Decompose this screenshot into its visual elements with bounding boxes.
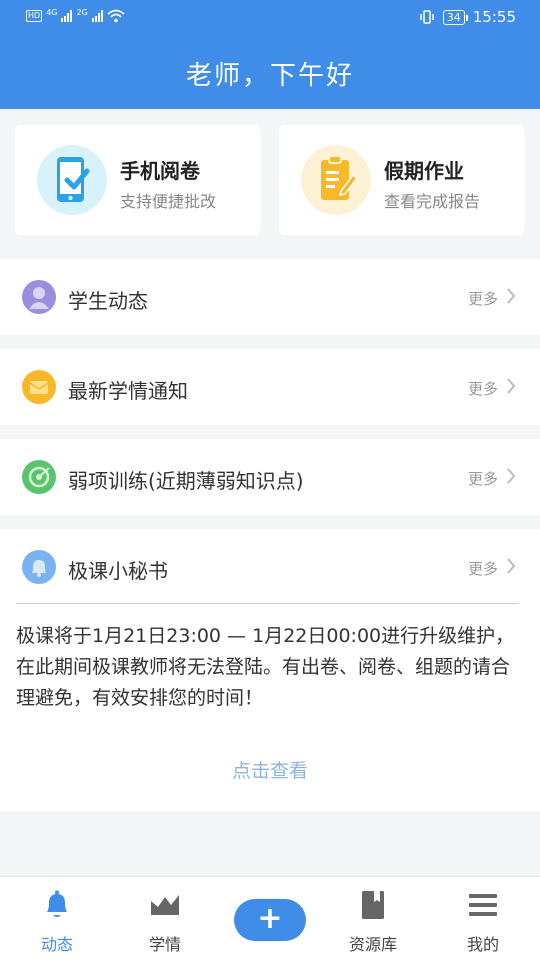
mobile-grading-card[interactable]: 手机阅卷 支持便捷批改: [15, 125, 261, 235]
target-icon: [22, 460, 56, 494]
tab-mine[interactable]: 我的: [433, 877, 533, 960]
section-label: 弱项训练(近期薄弱知识点): [68, 469, 304, 493]
section-label: 极课小秘书: [68, 559, 168, 583]
bell-icon: [22, 550, 56, 584]
tab-label: 资源库: [348, 935, 397, 954]
wifi-icon: [107, 9, 125, 23]
notice-panel: 极课将于1月21日23:00 — 1月22日00:00进行升级维护，在此期间极课…: [0, 603, 540, 811]
tab-label: 动态: [40, 935, 73, 954]
section-latest-notice[interactable]: 最新学情通知 更多: [0, 349, 540, 425]
more-link[interactable]: 更多: [468, 288, 498, 309]
chart-icon: [151, 895, 179, 915]
tab-label: 我的: [466, 935, 499, 954]
view-details-link[interactable]: 点击查看: [0, 756, 540, 783]
more-link[interactable]: 更多: [468, 378, 498, 399]
envelope-icon: [22, 370, 56, 404]
chevron-right-icon: [507, 378, 516, 394]
tab-label: 学情: [148, 935, 181, 954]
section-label: 学生动态: [68, 289, 148, 313]
chevron-right-icon: [507, 558, 516, 574]
network-type-2: 2G: [76, 7, 88, 17]
card-title: 假期作业: [384, 159, 464, 183]
section-student-activity[interactable]: 学生动态 更多: [0, 259, 540, 335]
hd-badge: HD: [26, 10, 43, 22]
section-weak-training[interactable]: 弱项训练(近期薄弱知识点) 更多: [0, 439, 540, 515]
student-icon: [22, 280, 56, 314]
section-assistant[interactable]: 极课小秘书 更多: [0, 529, 540, 605]
chevron-right-icon: [507, 288, 516, 304]
clock: 15:55: [472, 8, 516, 26]
card-subtitle: 查看完成报告: [384, 192, 481, 211]
header: HD 4G 2G 34 15:55 老师，下午好: [0, 0, 540, 109]
divider: [16, 603, 519, 604]
vibrate-icon: [420, 10, 434, 24]
notice-text: 极课将于1月21日23:00 — 1月22日00:00进行升级维护，在此期间极课…: [16, 625, 515, 709]
bell-icon: [47, 890, 67, 917]
bottom-tab-bar: 动态 学情 + 资源库 我的: [0, 876, 540, 960]
more-link[interactable]: 更多: [468, 558, 498, 579]
add-button[interactable]: +: [234, 899, 306, 941]
chevron-right-icon: [507, 468, 516, 484]
card-title: 手机阅卷: [120, 159, 200, 183]
signal-icon: [91, 10, 103, 22]
section-label: 最新学情通知: [68, 379, 188, 403]
more-link[interactable]: 更多: [468, 468, 498, 489]
card-subtitle: 支持便捷批改: [120, 192, 217, 211]
status-bar: HD 4G 2G 34 15:55: [0, 0, 540, 36]
tab-resources[interactable]: 资源库: [323, 877, 423, 960]
signal-icon: [61, 10, 73, 22]
clipboard-edit-icon: [301, 145, 371, 215]
menu-icon: [469, 894, 497, 916]
tab-learning[interactable]: 学情: [115, 877, 215, 960]
holiday-homework-card[interactable]: 假期作业 查看完成报告: [279, 125, 525, 235]
phone-check-icon: [37, 145, 107, 215]
greeting-title: 老师，下午好: [185, 61, 354, 91]
network-type-1: 4G: [46, 7, 58, 17]
tab-activity[interactable]: 动态: [7, 877, 107, 960]
book-icon: [362, 891, 384, 919]
battery-indicator: 34: [442, 9, 468, 25]
